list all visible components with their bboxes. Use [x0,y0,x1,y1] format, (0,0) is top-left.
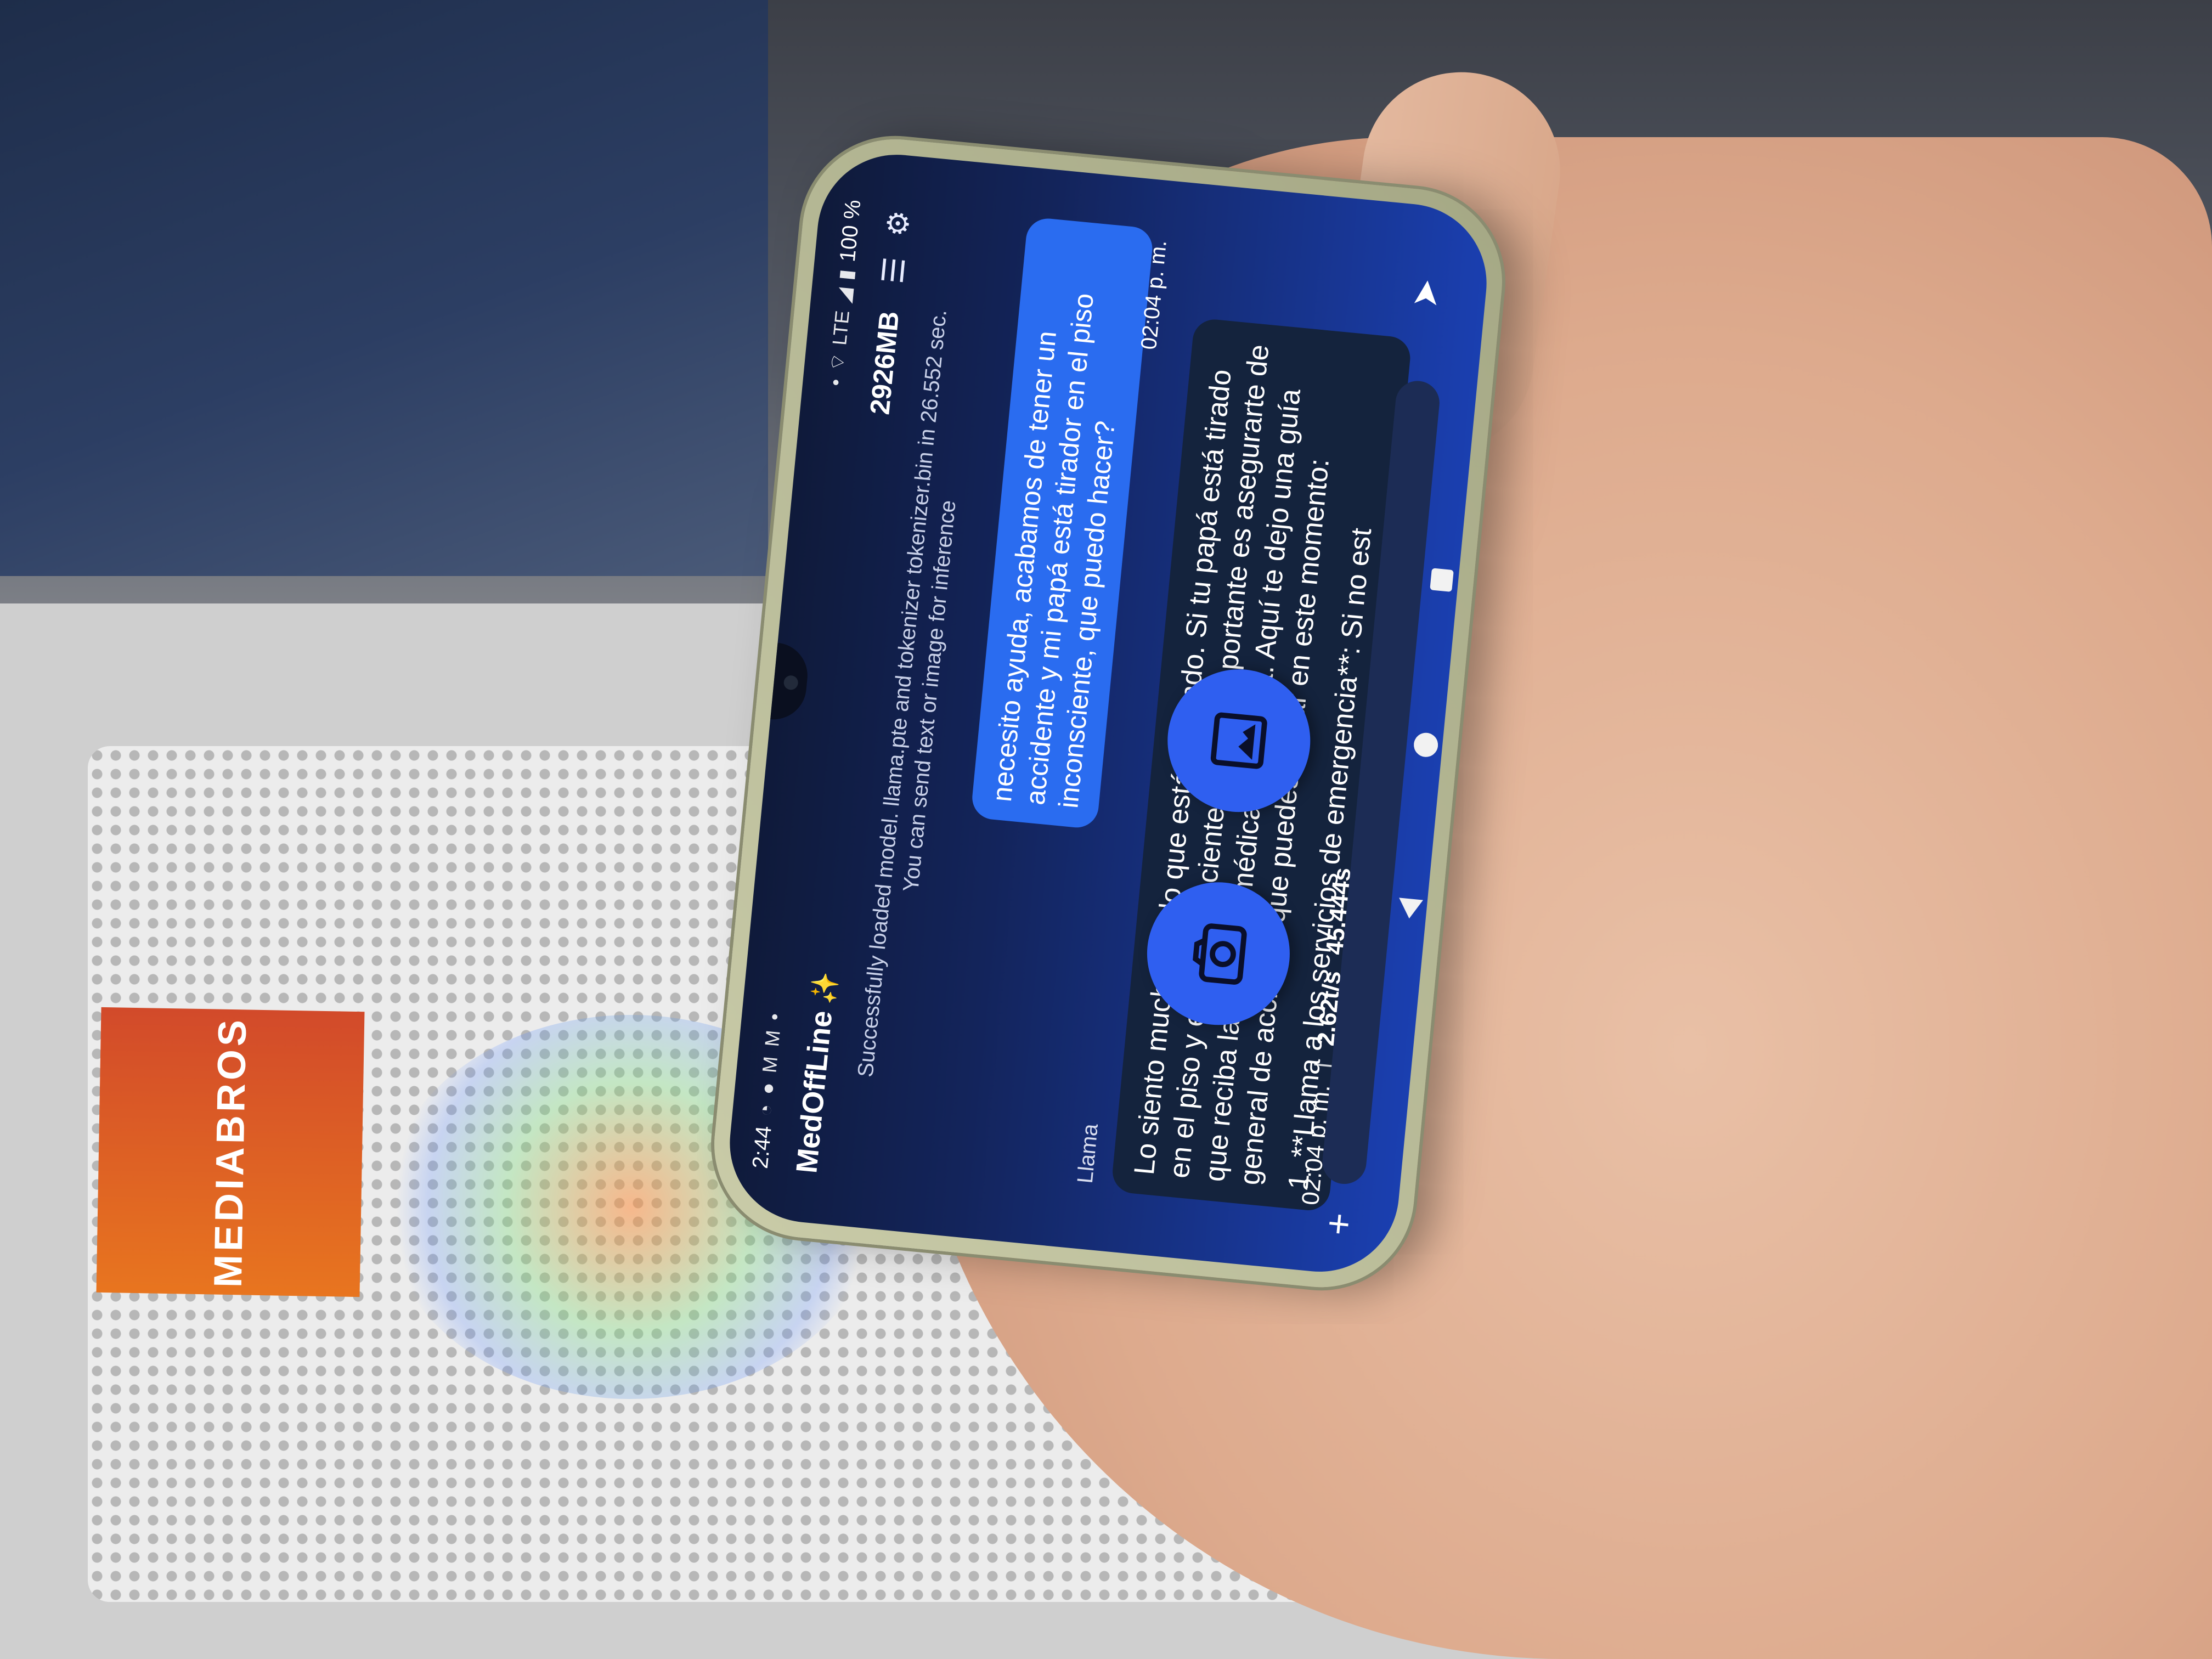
list-icon[interactable]: ☰ [872,250,914,291]
sparkles-icon: ✨ [809,970,841,1006]
dot-icon: • [823,377,848,387]
box-brand-logo: MEDIABROS [206,1016,255,1288]
gear-icon[interactable]: ⚙ [877,202,919,244]
user-message-text: necesito ayuda, acabamos de tener un acc… [986,291,1121,810]
memory-usage: 2926MB [864,309,905,416]
phone: 2:44 ◔ ● M M • • ⌔ LTE ◢ ▮ 100 % MedOffL [706,131,1511,1296]
chat-icon: ● [755,1081,780,1096]
gmail-icon: M [758,1055,782,1074]
user-message-bubble: necesito ayuda, acabamos de tener un acc… [970,216,1155,830]
image-icon [1210,712,1267,769]
back-icon[interactable] [1397,898,1423,920]
battery-percent: 100 % [835,199,865,263]
assistant-name: Llama [1073,1122,1103,1184]
camera-icon [1193,923,1247,985]
status-time: 2:44 [748,1125,776,1170]
photo-scene: MEDIABROS 2:44 ◔ ● M M • • ⌔ LTE ◢ ▮ 100… [0,0,2212,1659]
phone-screen: 2:44 ◔ ● M M • • ⌔ LTE ◢ ▮ 100 % MedOffL [723,147,1494,1279]
app-title: MedOffLine [790,1009,839,1175]
plus-icon[interactable]: + [1316,1195,1363,1237]
background-orange-box: MEDIABROS [96,1007,365,1297]
background-seat [0,0,768,576]
wifi-icon: ⌔ [825,352,850,373]
home-icon[interactable] [1413,731,1440,758]
battery-icon: ▮ [834,268,858,281]
signal-icon: ◢ [832,286,856,304]
more-notifications-icon: • [763,1012,786,1022]
gmail-icon-2: M [760,1029,785,1048]
whatsapp-icon: ◔ [753,1103,777,1118]
network-type: LTE [828,309,854,347]
send-icon[interactable]: ➤ [1401,269,1449,317]
recents-icon[interactable] [1430,568,1454,592]
